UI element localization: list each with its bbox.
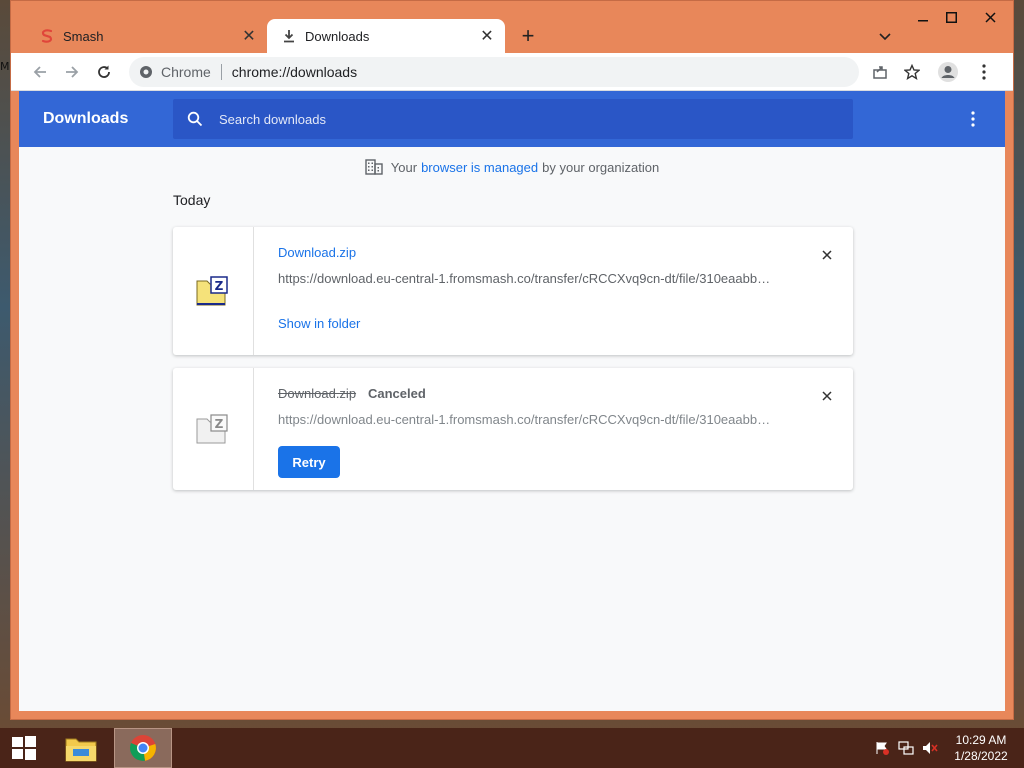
show-in-folder-link[interactable]: Show in folder: [278, 316, 360, 331]
tab-smash[interactable]: Smash ✕: [25, 19, 267, 53]
chrome-logo-icon: [140, 66, 152, 78]
remove-item-icon[interactable]: [817, 245, 837, 265]
file-url: https://download.eu-central-1.fromsmash.…: [278, 412, 771, 427]
remove-item-icon[interactable]: [817, 386, 837, 406]
managed-link[interactable]: browser is managed: [421, 160, 538, 175]
windows-logo-icon: [12, 736, 36, 760]
download-icon: [281, 28, 297, 44]
managed-suffix: by your organization: [542, 159, 660, 175]
reload-icon[interactable]: [93, 61, 115, 83]
omnibox-separator: [220, 64, 222, 80]
tab-title: Smash: [63, 28, 104, 44]
file-url: https://download.eu-central-1.fromsmash.…: [278, 271, 771, 286]
zip-file-icon: Z: [196, 276, 228, 306]
minimize-icon[interactable]: [909, 7, 937, 27]
status-canceled: Canceled: [368, 386, 426, 401]
downloads-page: Downloads Your browser is managed by you…: [19, 91, 1005, 711]
start-button[interactable]: [4, 728, 44, 768]
download-item: Z Download.zip Canceled https://download…: [173, 368, 853, 490]
building-icon: [365, 159, 383, 175]
address-bar[interactable]: Chrome chrome://downloads: [129, 57, 859, 87]
tab-downloads[interactable]: Downloads ✕: [267, 19, 505, 53]
section-heading-today: Today: [173, 192, 211, 208]
network-icon[interactable]: [898, 740, 914, 756]
taskbar-clock[interactable]: 10:29 AM 1/28/2022: [946, 732, 1016, 764]
chrome-taskbar-icon[interactable]: [114, 728, 172, 768]
tab-title: Downloads: [305, 28, 370, 44]
close-window-icon[interactable]: [969, 7, 1011, 27]
smash-logo-icon: [39, 28, 55, 44]
maximize-icon[interactable]: [937, 7, 965, 27]
search-icon: [187, 111, 203, 127]
downloads-menu-icon[interactable]: [963, 109, 983, 129]
file-icon-column: Z: [173, 368, 254, 490]
bookmark-star-icon[interactable]: [901, 61, 923, 83]
site-info-chip[interactable]: Chrome: [139, 64, 211, 80]
downloads-header: Downloads: [19, 91, 1005, 147]
url-text[interactable]: chrome://downloads: [232, 64, 357, 80]
profile-avatar-icon[interactable]: [937, 61, 959, 83]
tab-search-chevron-icon[interactable]: [875, 27, 895, 47]
retry-button[interactable]: Retry: [278, 446, 340, 478]
search-box[interactable]: [173, 99, 853, 139]
volume-muted-icon[interactable]: [922, 740, 938, 756]
file-icon-column: Z: [173, 227, 254, 355]
browser-toolbar: Chrome chrome://downloads: [11, 53, 1013, 91]
search-input[interactable]: [217, 110, 821, 128]
page-title: Downloads: [43, 110, 129, 127]
file-name-link[interactable]: Download.zip: [278, 245, 356, 260]
tab-strip: Smash ✕ Downloads ✕ +: [11, 1, 1013, 53]
managed-prefix: Your: [390, 159, 418, 175]
chip-label: Chrome: [161, 64, 211, 80]
svg-text:Z: Z: [215, 417, 224, 431]
share-icon[interactable]: [869, 61, 891, 83]
close-tab-icon[interactable]: ✕: [479, 28, 495, 45]
clock-time: 10:29 AM: [955, 733, 1007, 747]
back-arrow-icon[interactable]: [29, 61, 51, 83]
taskbar: 10:29 AM 1/28/2022: [0, 728, 1024, 768]
managed-notice: Your browser is managed by your organiza…: [19, 159, 1005, 175]
download-item: Z Download.zip https://download.eu-centr…: [173, 227, 853, 355]
action-center-flag-icon[interactable]: [874, 740, 890, 756]
svg-text:Z: Z: [215, 279, 224, 293]
close-tab-icon[interactable]: ✕: [241, 28, 257, 45]
file-name-canceled: Download.zip: [278, 386, 357, 401]
zip-file-icon-dimmed: Z: [196, 414, 228, 444]
forward-arrow-icon[interactable]: [61, 61, 83, 83]
browser-window: Smash ✕ Downloads ✕ + Chrome chrome://do…: [10, 0, 1014, 720]
browser-menu-icon[interactable]: [973, 61, 995, 83]
clock-date: 1/28/2022: [954, 749, 1008, 763]
new-tab-button[interactable]: +: [517, 23, 539, 48]
desktop-edge-text: M: [0, 60, 10, 73]
file-explorer-taskbar-icon[interactable]: [58, 728, 104, 768]
